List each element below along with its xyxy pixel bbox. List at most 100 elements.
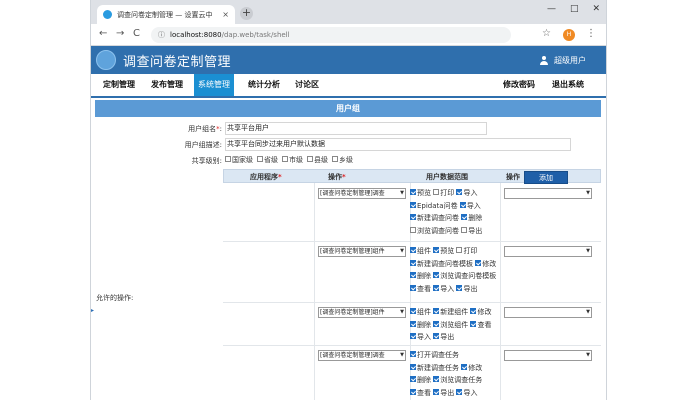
operation-option[interactable]: 浏览调查问卷 (410, 226, 459, 235)
operation-option[interactable]: 新建调查问卷 (410, 214, 459, 222)
operation-option[interactable]: 导出 (433, 388, 454, 397)
checkbox[interactable] (456, 284, 463, 291)
checkbox[interactable] (410, 376, 416, 382)
group-name-input[interactable]: 共享平台用户 (225, 122, 487, 135)
operation-option[interactable]: 组件 (410, 247, 431, 255)
checkbox[interactable] (225, 156, 231, 162)
close-tab-icon[interactable]: × (222, 10, 229, 19)
app-select[interactable]: [调查问卷定制管理]组件 ▼ (318, 246, 406, 257)
checkbox[interactable] (433, 376, 440, 382)
checkbox[interactable] (410, 214, 416, 220)
operation-option[interactable]: 新建组件 (433, 308, 468, 316)
data-range-select[interactable]: ▼ (504, 350, 592, 361)
back-icon[interactable]: ← (99, 28, 107, 39)
operation-option[interactable]: 删除 (461, 214, 482, 222)
checkbox[interactable] (410, 272, 416, 278)
data-range-select[interactable]: ▼ (504, 188, 592, 199)
data-range-select[interactable]: ▼ (504, 246, 592, 257)
maximize-icon[interactable]: □ (570, 4, 579, 14)
checkbox[interactable] (459, 201, 466, 208)
app-select[interactable]: [调查问卷定制管理]调查 ▼ (318, 350, 406, 361)
operation-option[interactable]: 预览 (433, 247, 454, 255)
menu-custom-manage[interactable]: 定制管理 (99, 74, 139, 96)
data-range-select[interactable]: ▼ (504, 307, 592, 318)
operation-option[interactable]: 浏览组件 (433, 320, 468, 329)
operation-option[interactable]: 浏览调查问卷模板 (433, 272, 496, 280)
checkbox[interactable] (433, 333, 440, 339)
operation-option[interactable]: Epidata问卷 (410, 201, 458, 210)
checkbox[interactable] (433, 320, 440, 327)
operation-option[interactable]: 打印 (433, 189, 454, 197)
checkbox[interactable] (475, 259, 482, 266)
share-level-option[interactable]: 市级 (282, 155, 303, 165)
operation-option[interactable]: 浏览调查任务 (433, 376, 482, 384)
checkbox[interactable] (461, 214, 468, 220)
checkbox[interactable] (410, 308, 416, 314)
operation-option[interactable]: 打印 (456, 247, 477, 255)
menu-statistics[interactable]: 统计分析 (244, 74, 284, 96)
menu-system-manage[interactable]: 系统管理 (194, 74, 234, 96)
reload-icon[interactable]: C (133, 28, 140, 39)
operation-option[interactable]: 导入 (456, 388, 477, 397)
operation-option[interactable]: 删除 (410, 272, 431, 280)
checkbox[interactable] (410, 388, 416, 395)
browser-tab[interactable]: 调查问卷定制管理 — 设置云中 × (97, 5, 235, 24)
operation-option[interactable]: 导出 (461, 226, 482, 235)
operation-option[interactable]: 组件 (410, 308, 431, 316)
checkbox[interactable] (456, 189, 463, 195)
share-level-option[interactable]: 县级 (307, 155, 328, 165)
browser-menu-icon[interactable]: ⋮ (586, 28, 596, 39)
close-window-icon[interactable]: ✕ (592, 4, 600, 14)
checkbox[interactable] (461, 363, 468, 370)
operation-option[interactable]: 删除 (410, 320, 431, 329)
operation-option[interactable]: 查看 (410, 284, 431, 293)
group-desc-input[interactable]: 共享平台同步过来用户默认数据 (225, 138, 571, 151)
operation-option[interactable]: 查看 (410, 388, 431, 397)
checkbox[interactable] (410, 351, 416, 357)
checkbox[interactable] (433, 189, 440, 195)
checkbox[interactable] (470, 308, 477, 314)
checkbox[interactable] (433, 308, 440, 314)
checkbox[interactable] (461, 226, 468, 233)
checkbox[interactable] (410, 201, 416, 208)
menu-change-password[interactable]: 修改密码 (499, 74, 539, 96)
checkbox[interactable] (307, 156, 313, 162)
operation-option[interactable]: 预览 (410, 189, 431, 197)
minimize-icon[interactable]: — (547, 4, 556, 14)
operation-option[interactable]: 导入 (410, 333, 431, 341)
operation-option[interactable]: 查看 (470, 320, 491, 329)
checkbox[interactable] (282, 156, 288, 162)
operation-option[interactable]: 删除 (410, 376, 431, 384)
app-select[interactable]: [调查问卷定制管理]组件 ▼ (318, 307, 406, 318)
app-select[interactable]: [调查问卷定制管理]调查 ▼ (318, 188, 406, 199)
checkbox[interactable] (410, 189, 416, 195)
operation-option[interactable]: 导出 (433, 333, 454, 341)
checkbox[interactable] (433, 284, 440, 291)
operation-option[interactable]: 修改 (470, 308, 491, 316)
checkbox[interactable] (433, 247, 440, 253)
profile-avatar[interactable]: H (563, 29, 575, 41)
checkbox[interactable] (410, 284, 416, 291)
checkbox[interactable] (410, 226, 416, 233)
checkbox[interactable] (456, 388, 463, 395)
operation-option[interactable]: 导出 (456, 284, 477, 293)
share-level-option[interactable]: 乡级 (332, 155, 353, 165)
info-icon[interactable]: ⓘ (158, 30, 165, 40)
menu-publish-manage[interactable]: 发布管理 (147, 74, 187, 96)
menu-forum[interactable]: 讨论区 (291, 74, 323, 96)
checkbox[interactable] (410, 333, 416, 339)
checkbox[interactable] (456, 247, 463, 253)
operation-option[interactable]: 新建调查任务 (410, 363, 459, 372)
checkbox[interactable] (433, 272, 440, 278)
share-level-option[interactable]: 省级 (257, 155, 278, 165)
checkbox[interactable] (410, 247, 416, 253)
operation-option[interactable]: 修改 (475, 259, 496, 268)
checkbox[interactable] (332, 156, 338, 162)
add-button[interactable]: 添加 (524, 171, 568, 184)
operation-option[interactable]: 打开调查任务 (410, 351, 459, 359)
checkbox[interactable] (433, 388, 440, 395)
share-level-option[interactable]: 国家级 (225, 155, 253, 165)
operation-option[interactable]: 导入 (456, 189, 477, 197)
checkbox[interactable] (257, 156, 263, 162)
collapse-arrow-icon[interactable]: ▸ (91, 307, 94, 314)
